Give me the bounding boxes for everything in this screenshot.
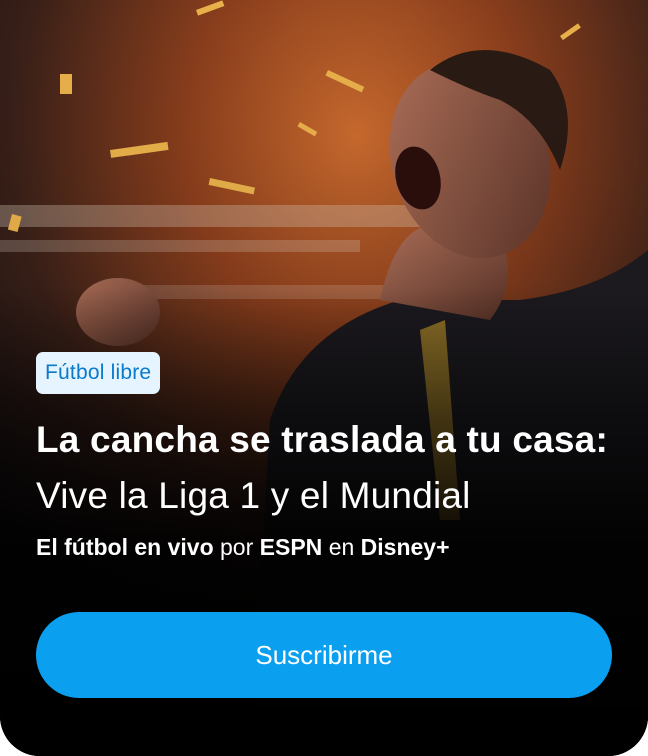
promo-subtitle: El fútbol en vivo por ESPN en Disney+ [36, 532, 612, 562]
subtitle-part-2: por [220, 534, 254, 560]
headline-bold-text: La cancha se traslada a tu casa: [36, 419, 608, 460]
subtitle-part-5: Disney+ [360, 534, 450, 560]
headline-regular-text: Vive la Liga 1 y el Mundial [36, 475, 471, 516]
subtitle-part-4: en [328, 534, 355, 560]
promo-headline: La cancha se traslada a tu casa: Vive la… [36, 412, 612, 524]
promo-card: Fútbol libre La cancha se traslada a tu … [0, 0, 648, 756]
subscribe-button[interactable]: Suscribirme [36, 612, 612, 698]
category-badge: Fútbol libre [36, 352, 161, 394]
subtitle-part-1: El fútbol en vivo [36, 534, 214, 560]
subtitle-part-3: ESPN [259, 534, 323, 560]
promo-content: Fútbol libre La cancha se traslada a tu … [36, 352, 612, 562]
